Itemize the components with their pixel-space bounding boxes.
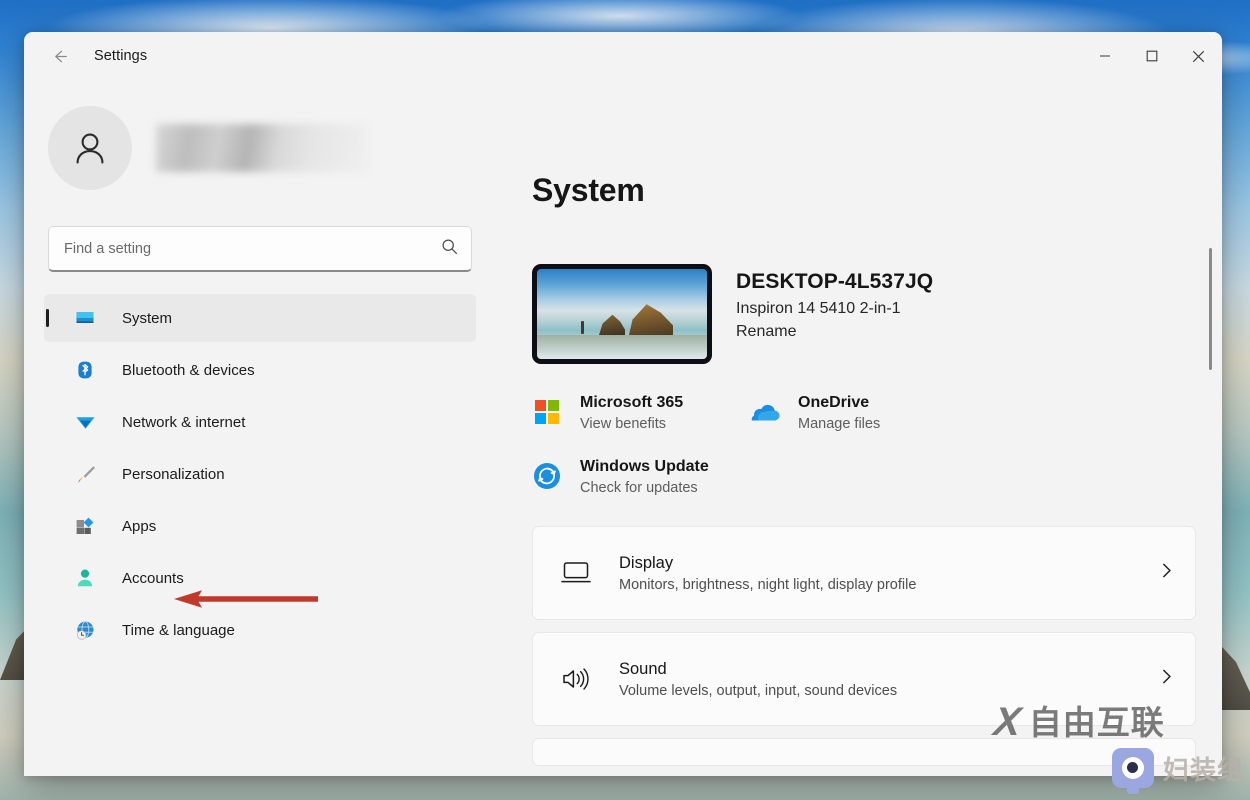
apps-icon <box>74 515 96 537</box>
sidebar-item-personalization[interactable]: Personalization <box>44 450 476 498</box>
maximize-icon <box>1146 50 1158 62</box>
services-row-bottom: Windows Update Check for updates <box>532 458 992 522</box>
window-body: System Bluetooth & devices <box>24 80 1222 776</box>
service-text: OneDrive Manage files <box>798 394 880 432</box>
service-subtitle: View benefits <box>580 416 683 432</box>
username-redacted <box>156 124 366 172</box>
thumbnail-figure <box>581 321 584 334</box>
account-row[interactable] <box>48 106 496 190</box>
sidebar-item-label: Bluetooth & devices <box>122 362 255 379</box>
sidebar-item-system[interactable]: System <box>44 294 476 342</box>
search-box <box>48 226 472 272</box>
device-summary: DESKTOP-4L537JQ Inspiron 14 5410 2-in-1 … <box>532 264 1222 364</box>
sidebar-item-label: Time & language <box>122 622 235 639</box>
speaker-volume-icon <box>559 662 593 696</box>
minimize-button[interactable] <box>1081 32 1128 80</box>
service-title: Microsoft 365 <box>580 394 683 411</box>
card-text: Sound Volume levels, output, input, soun… <box>619 660 1158 699</box>
search-input[interactable] <box>48 226 472 272</box>
chevron-right-icon <box>1158 562 1175 584</box>
title-bar: Settings <box>24 32 1222 80</box>
services-section: Microsoft 365 View benefits <box>532 394 992 522</box>
sidebar-item-label: Accounts <box>122 570 184 587</box>
service-title: Windows Update <box>580 458 709 475</box>
clock-globe-icon <box>74 619 96 641</box>
paintbrush-icon <box>74 463 96 485</box>
card-text: Display Monitors, brightness, night ligh… <box>619 554 1158 593</box>
device-name: DESKTOP-4L537JQ <box>736 270 933 294</box>
avatar <box>48 106 132 190</box>
microsoft-logo-icon <box>532 397 562 427</box>
card-title: Display <box>619 554 1158 573</box>
minimize-icon <box>1099 50 1111 62</box>
thumbnail-reflection <box>537 335 707 364</box>
scrollbar-thumb[interactable] <box>1209 248 1212 370</box>
maximize-button[interactable] <box>1128 32 1175 80</box>
display-monitor-icon <box>559 556 593 590</box>
service-microsoft-365[interactable]: Microsoft 365 View benefits <box>532 394 750 432</box>
sidebar-item-apps[interactable]: Apps <box>44 502 476 550</box>
back-arrow-icon <box>51 47 70 66</box>
thumbnail-rock-small <box>599 313 625 335</box>
service-subtitle: Check for updates <box>580 480 709 496</box>
rename-link[interactable]: Rename <box>736 323 933 341</box>
sidebar-item-label: Personalization <box>122 466 225 483</box>
app-title: Settings <box>94 48 147 64</box>
page-title: System <box>532 172 1222 209</box>
sidebar-item-time-language[interactable]: Time & language <box>44 606 476 654</box>
settings-window: Settings <box>24 32 1222 776</box>
desktop-background: Settings <box>0 0 1250 800</box>
settings-card-list: Display Monitors, brightness, night ligh… <box>532 526 1222 766</box>
onedrive-cloud-icon <box>750 397 780 427</box>
settings-card-next-partial[interactable] <box>532 738 1196 766</box>
sidebar-nav: System Bluetooth & devices <box>24 294 496 654</box>
wifi-icon <box>74 411 96 433</box>
main-content: System DESKTOP-4L537JQ Inspiron 14 5410 … <box>496 80 1222 776</box>
accounts-icon <box>74 567 96 589</box>
device-thumbnail <box>532 264 712 364</box>
sidebar-item-bluetooth-devices[interactable]: Bluetooth & devices <box>44 346 476 394</box>
windows-update-icon <box>532 461 562 491</box>
service-subtitle: Manage files <box>798 416 880 432</box>
settings-card-sound[interactable]: Sound Volume levels, output, input, soun… <box>532 632 1196 726</box>
back-button[interactable] <box>42 40 78 72</box>
bluetooth-icon <box>74 359 96 381</box>
monitor-icon <box>74 307 96 329</box>
sidebar-item-network-internet[interactable]: Network & internet <box>44 398 476 446</box>
sidebar-item-accounts[interactable]: Accounts <box>44 554 476 602</box>
sidebar: System Bluetooth & devices <box>24 80 496 776</box>
sidebar-item-label: Apps <box>122 518 156 535</box>
sidebar-item-label: Network & internet <box>122 414 245 431</box>
card-subtitle: Volume levels, output, input, sound devi… <box>619 683 1158 699</box>
content-scrollbar[interactable] <box>1206 90 1216 766</box>
card-title: Sound <box>619 660 1158 679</box>
sidebar-item-label: System <box>122 310 172 327</box>
service-windows-update[interactable]: Windows Update Check for updates <box>532 458 750 496</box>
close-button[interactable] <box>1175 32 1222 80</box>
person-avatar-icon <box>68 126 112 170</box>
settings-card-display[interactable]: Display Monitors, brightness, night ligh… <box>532 526 1196 620</box>
card-subtitle: Monitors, brightness, night light, displ… <box>619 577 1158 593</box>
chevron-right-icon <box>1158 668 1175 690</box>
device-meta: DESKTOP-4L537JQ Inspiron 14 5410 2-in-1 … <box>736 264 933 341</box>
window-controls <box>1081 32 1222 80</box>
services-row-top: Microsoft 365 View benefits <box>532 394 992 458</box>
service-title: OneDrive <box>798 394 869 411</box>
service-text: Windows Update Check for updates <box>580 458 709 496</box>
service-onedrive[interactable]: OneDrive Manage files <box>750 394 968 432</box>
close-icon <box>1192 50 1205 63</box>
device-model: Inspiron 14 5410 2-in-1 <box>736 300 933 318</box>
service-text: Microsoft 365 View benefits <box>580 394 683 432</box>
thumbnail-rock-large <box>629 303 673 335</box>
